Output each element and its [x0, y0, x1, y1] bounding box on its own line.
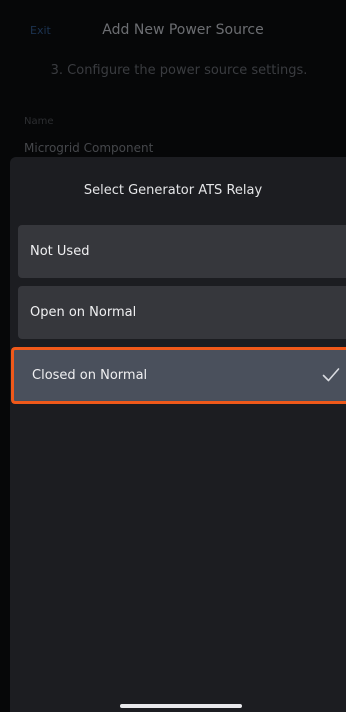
- home-indicator[interactable]: [120, 704, 242, 708]
- checkmark-icon: [322, 368, 340, 382]
- page-header: Exit Add New Power Source: [0, 0, 346, 62]
- option-label: Open on Normal: [30, 305, 137, 320]
- option-label: Not Used: [30, 244, 90, 259]
- page-title: Add New Power Source: [102, 22, 264, 38]
- sheet-title: Select Generator ATS Relay: [83, 183, 263, 198]
- screen: Exit Add New Power Source 3. Configure t…: [0, 0, 346, 712]
- name-field-label: Name: [24, 116, 54, 127]
- option-not-used[interactable]: Not Used: [18, 225, 346, 278]
- relay-selection-sheet: Select Generator ATS Relay Not Used Open…: [10, 157, 346, 712]
- option-closed-on-normal[interactable]: Closed on Normal: [11, 347, 346, 404]
- step-instruction: 3. Configure the power source settings.: [50, 63, 308, 78]
- name-field-value[interactable]: Microgrid Component: [24, 141, 153, 155]
- option-label: Closed on Normal: [32, 368, 148, 383]
- option-open-on-normal[interactable]: Open on Normal: [18, 286, 346, 339]
